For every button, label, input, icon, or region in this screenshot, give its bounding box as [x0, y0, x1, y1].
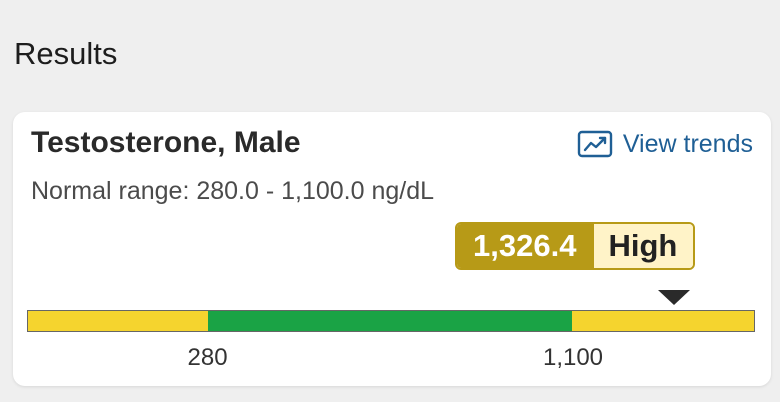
result-marker-icon	[658, 290, 690, 305]
range-low-label: 280	[187, 344, 228, 371]
range-bar-low-segment	[28, 311, 209, 331]
result-card: Testosterone, Male View trends Normal ra…	[13, 112, 771, 386]
result-value: 1,326.4	[457, 224, 595, 268]
result-flag: High	[594, 224, 694, 268]
range-bar	[27, 310, 755, 332]
result-badge: 1,326.4 High	[455, 222, 696, 270]
range-bar-high-segment	[572, 311, 754, 331]
range-bar-normal-segment	[208, 311, 573, 331]
trend-chart-icon	[577, 129, 613, 159]
normal-range-text: Normal range: 280.0 - 1,100.0 ng/dL	[31, 177, 435, 205]
view-trends-link[interactable]: View trends	[577, 128, 753, 160]
test-name: Testosterone, Male	[31, 126, 301, 159]
view-trends-label: View trends	[622, 130, 753, 158]
page-title: Results	[14, 36, 118, 71]
range-high-label: 1,100	[542, 344, 604, 371]
